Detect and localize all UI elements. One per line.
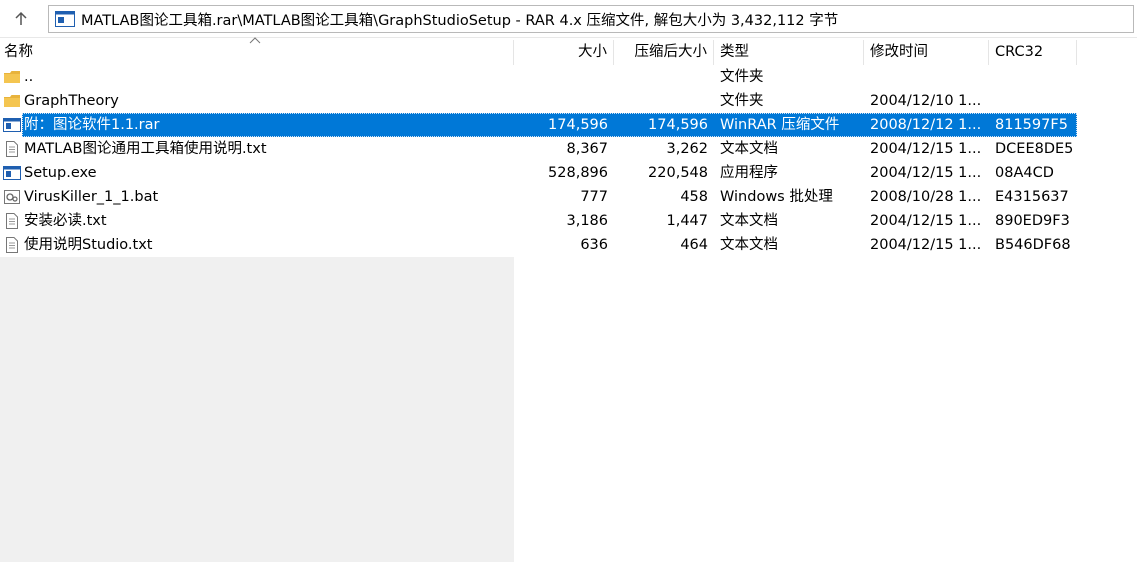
column-name[interactable]: 名称 <box>0 40 514 65</box>
file-size <box>514 89 608 113</box>
file-packed-size: 458 <box>680 189 708 205</box>
file-packed-size <box>614 65 708 89</box>
file-crc32: B546DF68 <box>995 237 1071 253</box>
file-size: 777 <box>580 189 608 205</box>
exe-icon <box>3 164 21 182</box>
column-modified[interactable]: 修改时间 <box>864 40 989 65</box>
file-modified: 2004/12/15 1... <box>870 213 982 229</box>
table-row[interactable]: MATLAB图论通用工具箱使用说明.txt 8,367 3,262 文本文档 2004/… <box>0 137 1077 161</box>
file-size: 528,896 <box>548 165 608 181</box>
text-file-icon <box>3 236 21 254</box>
file-name: 附：图论软件1.1.rar <box>24 117 160 133</box>
file-packed-size: 220,548 <box>648 165 708 181</box>
folder-icon <box>3 92 21 110</box>
table-row[interactable]: .. 文件夹 <box>0 65 1077 89</box>
file-crc32 <box>995 65 1075 89</box>
up-arrow-icon[interactable] <box>10 8 32 30</box>
column-type[interactable]: 类型 <box>714 40 864 65</box>
table-row[interactable]: 附：图论软件1.1.rar 174,596 174,596 WinRAR 压缩文件 20… <box>0 113 1077 137</box>
file-name: Setup.exe <box>24 165 97 181</box>
file-size: 3,186 <box>566 213 608 229</box>
file-packed-size: 464 <box>680 237 708 253</box>
file-modified: 2008/12/12 1... <box>870 117 982 133</box>
batch-file-icon <box>3 188 21 206</box>
file-name: VirusKiller_1_1.bat <box>24 189 159 205</box>
folder-icon <box>3 68 21 86</box>
file-size: 636 <box>580 237 608 253</box>
file-name: GraphTheory <box>24 93 119 109</box>
table-row[interactable]: 安装必读.txt 3,186 1,447 文本文档 2004/12/15 1... 890… <box>0 209 1077 233</box>
file-crc32: E4315637 <box>995 189 1069 205</box>
file-packed-size: 3,262 <box>666 141 708 157</box>
archive-icon <box>3 116 21 134</box>
file-packed-size <box>614 89 708 113</box>
file-modified: 2004/12/10 1... <box>870 93 982 109</box>
file-type: Windows 批处理 <box>720 189 833 205</box>
column-header: 名称 大小 压缩后大小 类型 修改时间 CRC32 <box>0 37 1137 65</box>
file-size: 174,596 <box>548 117 608 133</box>
file-type: 文本文档 <box>720 213 778 229</box>
file-type: 文本文档 <box>720 237 778 253</box>
file-size: 8,367 <box>566 141 608 157</box>
file-modified: 2008/10/28 1... <box>870 189 982 205</box>
table-row[interactable]: GraphTheory 文件夹 2004/12/10 1... <box>0 89 1077 113</box>
column-size[interactable]: 大小 <box>514 40 614 65</box>
text-file-icon <box>3 140 21 158</box>
file-type: 文件夹 <box>720 69 764 85</box>
toolbar: MATLAB图论工具箱.rar\MATLAB图论工具箱\GraphStudioS… <box>0 0 1137 38</box>
archive-icon <box>54 9 76 29</box>
text-file-icon <box>3 212 21 230</box>
file-crc32: 890ED9F3 <box>995 213 1070 229</box>
table-row[interactable]: Setup.exe 528,896 220,548 应用程序 2004/12/15 1.… <box>0 161 1077 185</box>
file-modified: 2004/12/15 1... <box>870 237 982 253</box>
file-packed-size: 1,447 <box>666 213 708 229</box>
address-path: MATLAB图论工具箱.rar\MATLAB图论工具箱\GraphStudioS… <box>81 12 839 29</box>
file-modified <box>870 65 985 89</box>
file-name: 使用说明Studio.txt <box>24 237 153 253</box>
address-bar[interactable]: MATLAB图论工具箱.rar\MATLAB图论工具箱\GraphStudioS… <box>48 5 1134 33</box>
file-type: WinRAR 压缩文件 <box>720 117 840 133</box>
file-crc32: 08A4CD <box>995 165 1054 181</box>
file-crc32: 811597F5 <box>995 117 1068 133</box>
file-type: 应用程序 <box>720 165 778 181</box>
file-crc32 <box>995 89 1075 113</box>
file-type: 文件夹 <box>720 93 764 109</box>
file-modified: 2004/12/15 1... <box>870 141 982 157</box>
table-row[interactable]: VirusKiller_1_1.bat 777 458 Windows 批处理 2008… <box>0 185 1077 209</box>
file-crc32: DCEE8DE5 <box>995 141 1074 157</box>
file-modified: 2004/12/15 1... <box>870 165 982 181</box>
column-crc32[interactable]: CRC32 <box>989 40 1077 65</box>
file-size <box>514 65 608 89</box>
file-name: MATLAB图论通用工具箱使用说明.txt <box>24 141 267 157</box>
file-name: .. <box>24 69 34 85</box>
table-row[interactable]: 使用说明Studio.txt 636 464 文本文档 2004/12/15 1... B… <box>0 233 1077 257</box>
file-packed-size: 174,596 <box>648 117 708 133</box>
file-type: 文本文档 <box>720 141 778 157</box>
column-packed-size[interactable]: 压缩后大小 <box>614 40 714 65</box>
file-name: 安装必读.txt <box>24 213 107 229</box>
